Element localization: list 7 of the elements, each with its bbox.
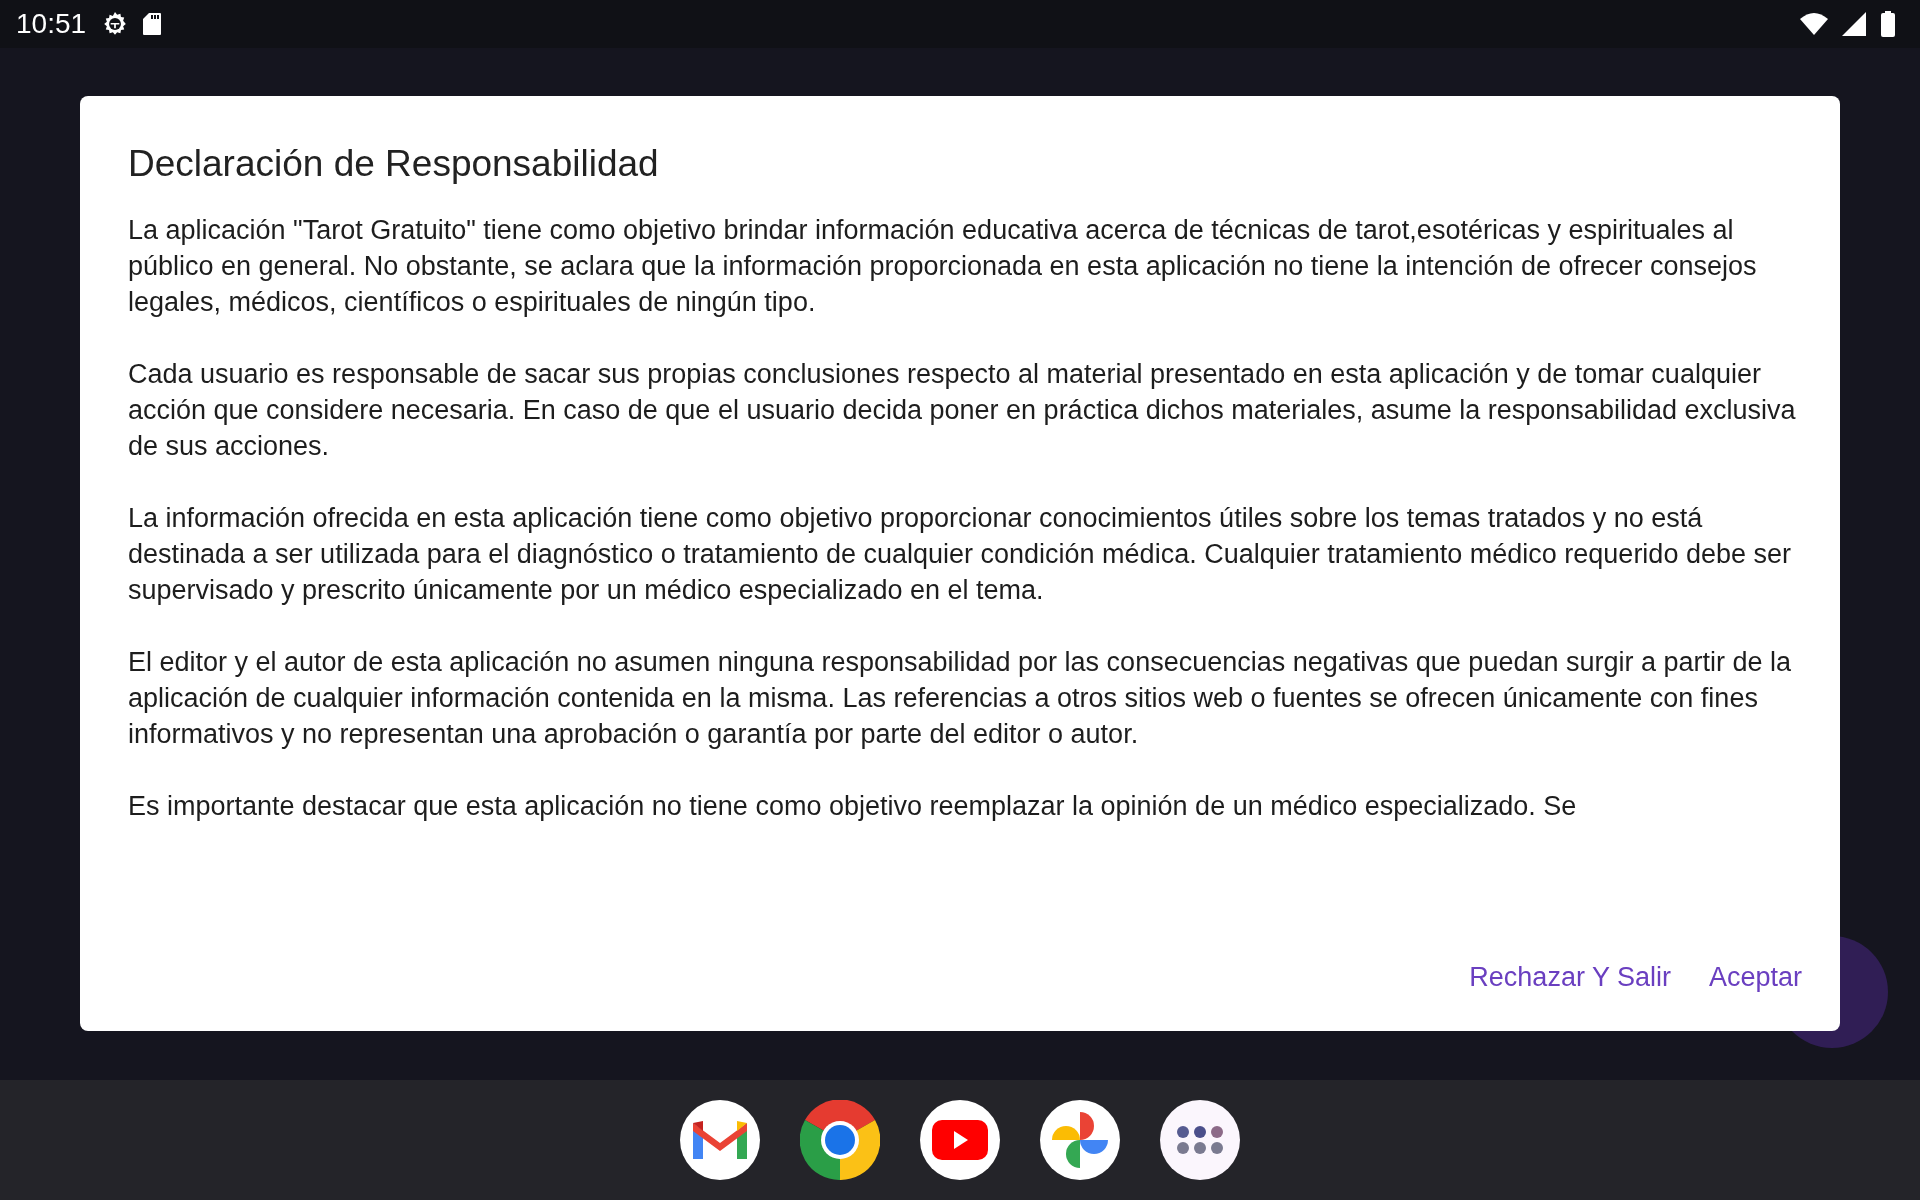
clock: 10:51 bbox=[16, 8, 87, 40]
disclaimer-paragraph: La aplicación "Tarot Gratuito" tiene como objetivo brindar información educativa acerca de técnicas de tarot,esotéricas y espirituales al público en general. No obstante, se aclara que la información proporcionada en esta aplicación no tiene la intención de ofrecer consejos legales, médicos, científicos o espirituales de ningún tipo. bbox=[128, 214, 1758, 320]
disclaimer-paragraph: El editor y el autor de esta aplicación no asumen ninguna responsabilidad por las consecuencias negativas que puedan surgir a partir de la aplicación de cualquier información contenida en la misma. Las referencias a otros sitios web o fuentes se ofrecen únicamente con fines informativos y no representan una aprobación o garantía por parte del editor o autor. bbox=[128, 646, 1793, 752]
disclaimer-paragraph: Es importante destacar que esta aplicación no tiene como objetivo reemplazar la opinión de un médico especializado. Se bbox=[128, 790, 1578, 824]
dialog-title: Declaración de Responsabilidad bbox=[128, 142, 660, 186]
disclaimer-paragraph: La información ofrecida en esta aplicación tiene como objetivo proporcionar conocimientos útiles sobre los temas tratados y no está destinada a ser utilizada para el diagnóstico o tratamiento de cualquier condición médica. Cualquier tratamiento médico requerido debe ser supervisado y prescrito únicamente por un médico especializado en el tema. bbox=[128, 502, 1792, 608]
disclaimer-paragraph: Cada usuario es responsable de sacar sus propias conclusiones respecto al material presentado en esta aplicación y de tomar cualquier acción que considere necesaria. En caso de que el usuario decida poner en práctica dichos materiales, asume la responsabilidad exclusiva de sus acciones. bbox=[128, 358, 1797, 464]
